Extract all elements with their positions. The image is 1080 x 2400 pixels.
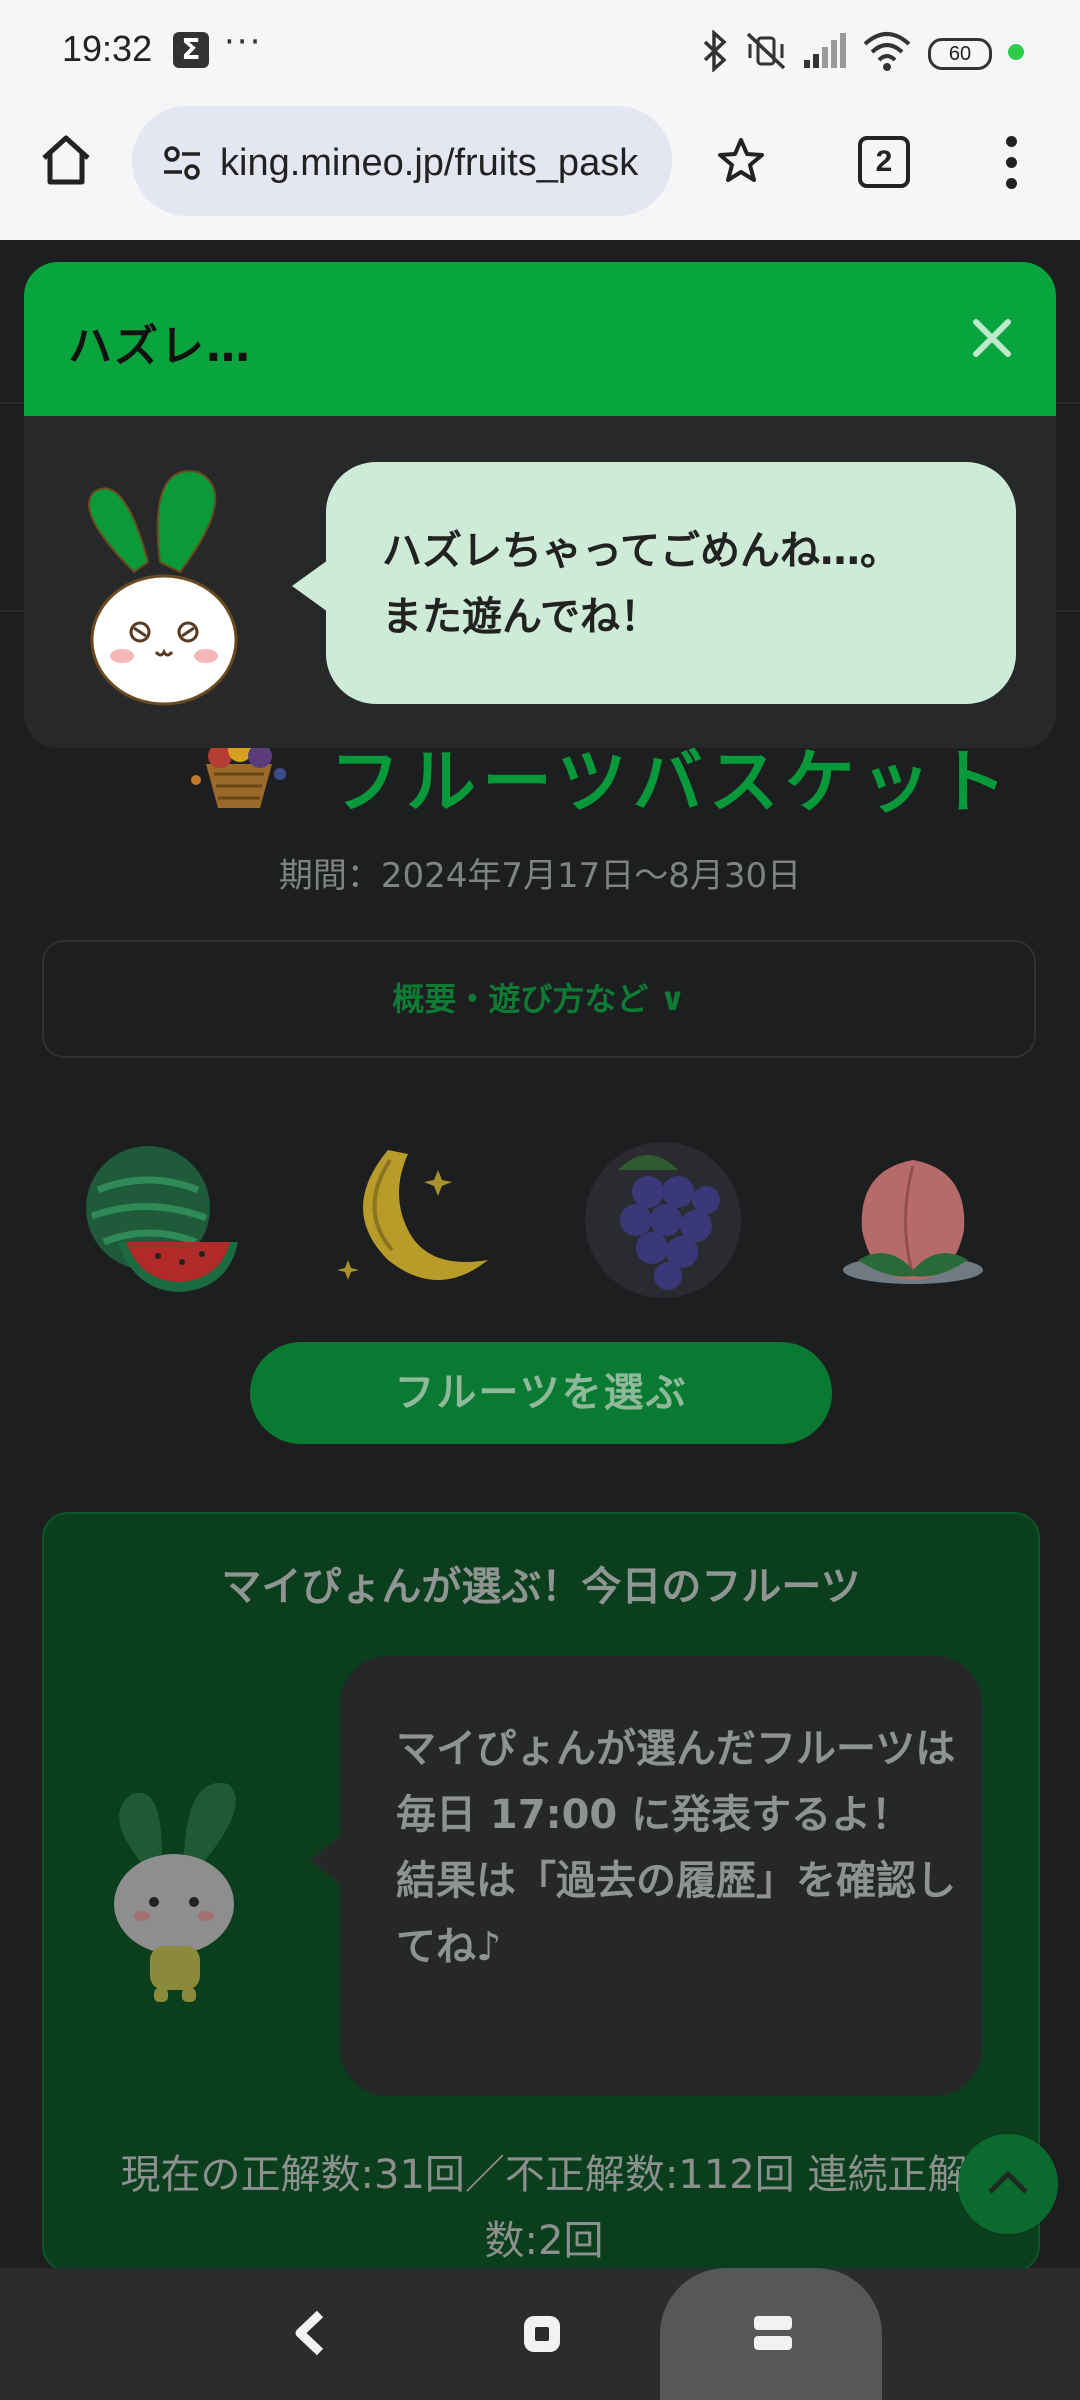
signal-icon: [804, 33, 846, 68]
chevron-up-icon: [988, 2170, 1028, 2194]
peach-icon[interactable]: [828, 1130, 998, 1300]
tab-switcher-button[interactable]: 2: [858, 136, 910, 188]
address-bar[interactable]: king.mineo.jp/fruits_pask: [132, 106, 672, 216]
back-icon[interactable]: [290, 2308, 330, 2358]
privacy-indicator-dot: [1008, 44, 1024, 60]
more-notifications-icon: ···: [224, 22, 263, 62]
result-dialog: ハズレ… ハズレちゃってごめんね…。 また遊んでね！: [24, 262, 1056, 748]
panel-title: マイぴょんが選ぶ！今日のフルーツ: [221, 1564, 861, 1610]
dialog-header: ハズレ…: [24, 262, 1056, 416]
speech-bubble-text: マイぴょんが選んだフルーツは毎日 17:00 に発表するよ！ 結果は「過去の履歴…: [396, 1726, 956, 1970]
mute-vibrate-icon: [746, 32, 786, 70]
sigma-app-icon: Σ: [173, 32, 209, 68]
speech-bubble: ハズレちゃってごめんね…。 また遊んでね！: [326, 462, 1016, 704]
wifi-icon: [863, 32, 911, 71]
banana-moon-icon[interactable]: [328, 1130, 498, 1300]
browser-toolbar: king.mineo.jp/fruits_pask 2: [0, 100, 1080, 240]
bookmark-star-icon[interactable]: [716, 136, 766, 186]
speech-bubble: マイぴょんが選んだフルーツは毎日 17:00 に発表するよ！ 結果は「過去の履歴…: [340, 1656, 982, 2096]
watermelon-icon[interactable]: [78, 1130, 248, 1300]
bluetooth-icon: [703, 30, 727, 72]
overview-accordion-button[interactable]: 概要・遊び方など ∨: [42, 940, 1036, 1058]
overflow-menu-icon[interactable]: [1006, 136, 1018, 199]
recents-icon[interactable]: [752, 2312, 794, 2356]
choose-fruit-button[interactable]: フルーツを選ぶ: [250, 1342, 832, 1444]
answer-stats: 現在の正解数:31回／不正解数:112回 連続正解数:2回: [120, 2152, 968, 2264]
dialog-message: ハズレちゃってごめんね…。 また遊んでね！: [382, 528, 900, 640]
site-settings-icon[interactable]: [162, 143, 202, 183]
home-nav-icon[interactable]: [520, 2312, 564, 2356]
battery-icon: 60: [928, 38, 992, 70]
grape-icon[interactable]: [578, 1130, 748, 1300]
scroll-to-top-button[interactable]: [958, 2134, 1058, 2234]
bubble-tail: [310, 1834, 342, 1886]
mascot-rabbit-icon: [114, 1782, 236, 2002]
todays-fruit-panel: マイぴょんが選ぶ！今日のフルーツ マイぴょんが選んだフルーツは毎日 17:00 …: [42, 1512, 1040, 2268]
status-bar: 19:32 Σ ··· 60: [0, 0, 1080, 100]
url-text[interactable]: king.mineo.jp/fruits_pask: [220, 142, 638, 185]
dialog-title: ハズレ…: [68, 321, 252, 372]
home-icon[interactable]: [36, 130, 96, 190]
clock: 19:32: [62, 28, 153, 69]
mascot-rabbit-icon: [88, 470, 238, 706]
event-period: 期間：2024年7月17日〜8月30日: [278, 856, 802, 896]
system-nav-bar: [0, 2268, 1080, 2400]
close-icon[interactable]: [968, 314, 1016, 362]
bubble-tail: [292, 560, 328, 612]
